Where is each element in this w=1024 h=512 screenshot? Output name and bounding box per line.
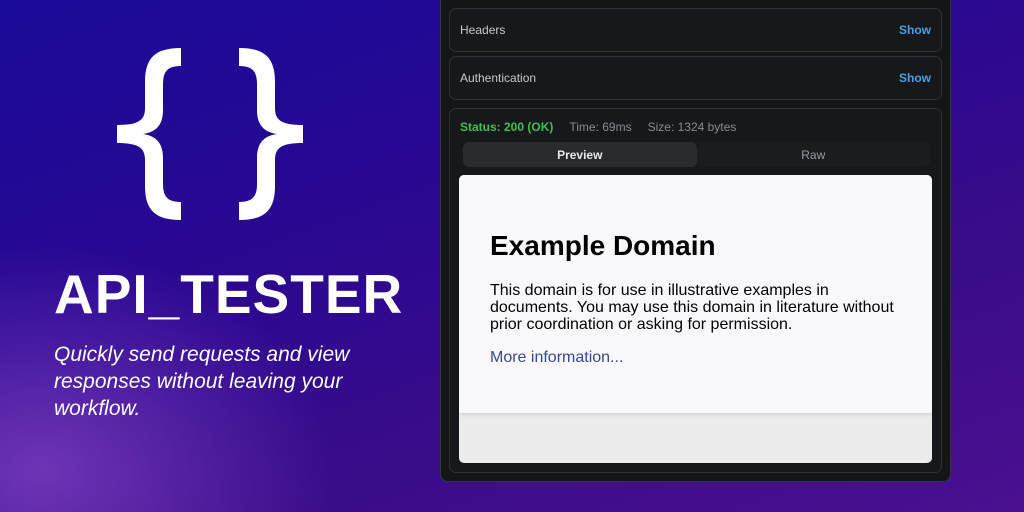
tagline: Quickly send requests and view responses… bbox=[54, 343, 350, 420]
preview-frame: Example Domain This domain is for use in… bbox=[459, 175, 932, 463]
headers-label: Headers bbox=[460, 23, 506, 37]
preview-body: This domain is for use in illustrative e… bbox=[490, 282, 894, 333]
auth-label: Authentication bbox=[460, 71, 537, 85]
auth-show-button[interactable]: Show bbox=[899, 71, 931, 85]
headers-section: Headers Show bbox=[449, 8, 942, 52]
response-section: Status: 200 (OK) Time: 69ms Size: 1324 b… bbox=[449, 108, 942, 473]
api-panel: Headers Show Authentication Show Status:… bbox=[440, 0, 951, 482]
status-badge: Status: 200 (OK) bbox=[460, 120, 554, 134]
tab-preview[interactable]: Preview bbox=[463, 142, 697, 167]
response-size: Size: 1324 bytes bbox=[647, 120, 737, 134]
more-info-link[interactable]: More information... bbox=[490, 349, 623, 366]
tab-raw[interactable]: Raw bbox=[697, 142, 931, 167]
auth-section: Authentication Show bbox=[449, 56, 942, 100]
curly-braces-icon bbox=[117, 48, 303, 220]
response-time: Time: 69ms bbox=[569, 120, 632, 134]
response-tabs: Preview Raw bbox=[463, 142, 930, 167]
preview-heading: Example Domain bbox=[490, 230, 716, 261]
app-title: API_TESTER bbox=[54, 263, 404, 325]
headers-show-button[interactable]: Show bbox=[899, 23, 931, 37]
